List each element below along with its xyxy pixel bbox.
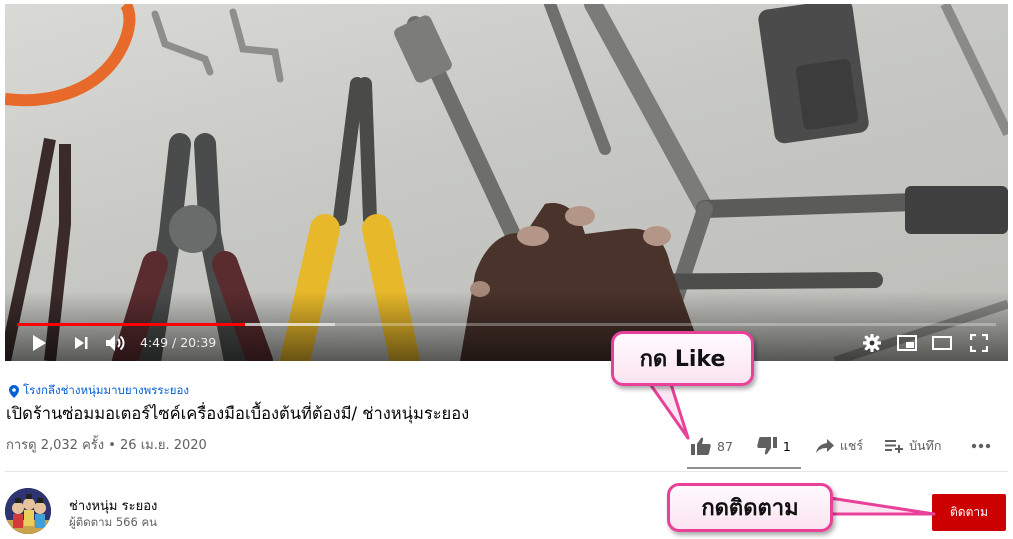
next-button[interactable] xyxy=(69,330,93,356)
like-count: 87 xyxy=(717,438,733,454)
subscribe-button[interactable]: ติดตาม xyxy=(932,494,1006,531)
theater-icon xyxy=(932,336,952,350)
dislike-count: 1 xyxy=(782,438,791,454)
share-button[interactable]: แชร์ xyxy=(815,436,864,456)
next-icon xyxy=(75,337,88,349)
volume-icon xyxy=(106,335,125,351)
progress-bar[interactable] xyxy=(17,323,996,326)
settings-button[interactable] xyxy=(860,330,884,356)
controls-gradient xyxy=(5,291,1008,361)
like-callout-tail xyxy=(646,379,690,440)
avatar-image xyxy=(5,488,51,534)
played-bar xyxy=(17,323,246,326)
subscribe-callout-tail xyxy=(828,496,936,516)
location-pin-icon xyxy=(9,384,19,398)
section-divider xyxy=(5,471,1008,472)
share-label: แชร์ xyxy=(839,438,864,453)
dislike-button[interactable]: 1 xyxy=(757,437,791,455)
settings-icon xyxy=(863,334,881,352)
time-display: 4:49 / 20:39 xyxy=(140,335,217,350)
location-link[interactable]: โรงกลึงช่างหนุ่มมาบยางพรระยอง xyxy=(9,382,189,400)
channel-name[interactable]: ช่างหนุ่ม ระยอง xyxy=(69,495,157,516)
like-ratio-bar xyxy=(687,467,801,469)
playlist-add-icon xyxy=(885,440,904,453)
youtube-video-page: 4:49 / 20:39 โรงกลึงช่างหนุ่มมาบยางพรระย… xyxy=(0,0,1013,539)
video-player[interactable]: 4:49 / 20:39 xyxy=(5,4,1008,361)
play-icon xyxy=(33,335,46,351)
theater-button[interactable] xyxy=(930,330,954,356)
miniplayer-icon xyxy=(897,335,917,351)
thumbs-up-icon xyxy=(691,437,711,455)
video-title: เปิดร้านซ่อมมอเตอร์ไซค์เครื่องมือเบื้องต… xyxy=(6,404,470,423)
play-button[interactable] xyxy=(27,330,51,356)
subscribe-callout: กดติดตาม xyxy=(667,483,833,532)
more-actions-button[interactable] xyxy=(971,443,991,449)
like-button[interactable]: 87 xyxy=(691,437,733,455)
save-label: บันทึก xyxy=(909,438,942,453)
miniplayer-button[interactable] xyxy=(895,330,919,356)
like-callout: กด Like xyxy=(611,331,754,386)
save-button[interactable]: บันทึก xyxy=(885,436,941,456)
location-label: โรงกลึงช่างหนุ่มมาบยางพรระยอง xyxy=(23,383,190,397)
thumbs-down-icon xyxy=(757,437,777,455)
view-count-date: การดู 2,032 ครั้ง • 26 เม.ย. 2020 xyxy=(6,438,207,453)
fullscreen-button[interactable] xyxy=(967,330,991,356)
channel-avatar[interactable] xyxy=(5,488,51,534)
share-icon xyxy=(815,439,834,453)
more-horizontal-icon xyxy=(972,443,991,449)
action-bar: 87 1 แชร์ บันทึก xyxy=(691,434,991,458)
mute-button[interactable] xyxy=(103,330,129,356)
fullscreen-icon xyxy=(970,334,988,352)
subscriber-count: ผู้ติดตาม 566 คน xyxy=(69,515,157,529)
